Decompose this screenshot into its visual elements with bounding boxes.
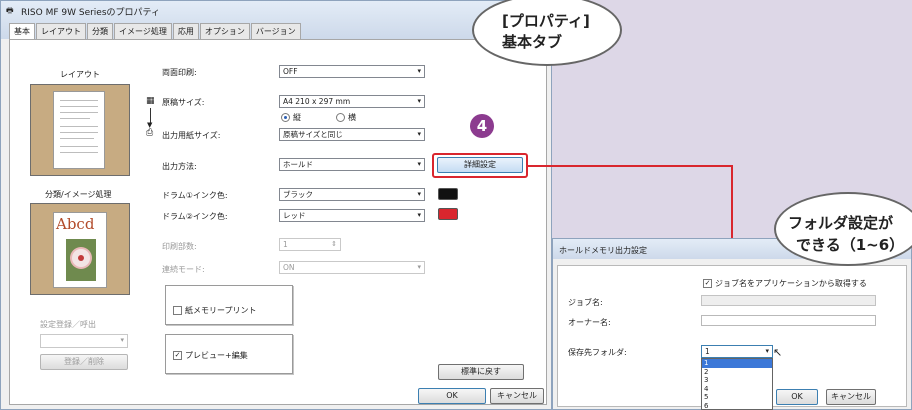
job-name-label: ジョブ名: — [568, 298, 603, 307]
folder-option[interactable]: 1 — [702, 359, 772, 368]
step-number-badge: 4 — [470, 114, 494, 138]
tab-advanced[interactable]: 応用 — [172, 23, 199, 40]
preview-edit-checkbox[interactable]: ✓ — [173, 351, 182, 360]
duplex-value: OFF — [283, 67, 298, 76]
sort-image-heading: 分類/イメージ処理 — [45, 190, 112, 199]
drum1-label: ドラム①インク色: — [162, 191, 228, 200]
paper-memory-option[interactable]: 紙メモリープリント — [173, 305, 257, 316]
color-page-thumbnail: Abcd — [53, 212, 107, 288]
cancel-button[interactable]: キャンセル — [490, 388, 544, 404]
drum2-label: ドラム②インク色: — [162, 212, 228, 221]
sample-text: Abcd — [56, 215, 95, 233]
layout-heading: レイアウト — [60, 70, 100, 79]
tab-version[interactable]: バージョン — [250, 23, 301, 40]
ok-button[interactable]: OK — [418, 388, 486, 404]
tab-layout[interactable]: レイアウト — [36, 23, 86, 40]
printer-icon: 🖶 — [6, 6, 14, 15]
folder-select[interactable]: 1 ▾ — [701, 345, 773, 358]
folder-option[interactable]: 3 — [702, 376, 772, 385]
flower-image — [66, 239, 96, 281]
drum1-color-icon — [438, 188, 458, 200]
orientation-landscape[interactable]: 横 — [336, 112, 356, 123]
continuous-mode-value: ON — [283, 263, 295, 272]
dialog-title: ホールドメモリ出力設定 — [559, 246, 647, 255]
folder-option[interactable]: 4 — [702, 385, 772, 394]
output-method-value: ホールド — [283, 160, 313, 169]
drum1-value: ブラック — [283, 190, 313, 199]
tab-callout-line1: [プロパティ] — [502, 12, 590, 30]
chevron-down-icon: ▾ — [417, 160, 421, 168]
tab-option[interactable]: オプション — [199, 23, 250, 40]
original-size-select[interactable]: A4 210 x 297 mm ▾ — [279, 95, 425, 108]
owner-name-label: オーナー名: — [568, 318, 611, 327]
chevron-down-icon: ▾ — [417, 190, 421, 198]
paper-memory-checkbox[interactable] — [173, 306, 182, 315]
folder-callout: フォルダ設定が できる（1~6） — [774, 192, 912, 266]
folder-option[interactable]: 2 — [702, 368, 772, 377]
chevron-down-icon: ▾ — [417, 130, 421, 138]
chevron-down-icon: ▾ — [765, 347, 769, 355]
folder-option[interactable]: 5 — [702, 393, 772, 402]
orientation-portrait[interactable]: 縦 — [281, 112, 301, 123]
original-size-value: A4 210 x 297 mm — [283, 97, 351, 106]
job-name-field[interactable] — [701, 295, 876, 306]
owner-name-field[interactable] — [701, 315, 876, 326]
chevron-down-icon: ▾ — [417, 97, 421, 105]
connector-line-h — [528, 165, 732, 167]
tab-sort[interactable]: 分類 — [87, 23, 113, 40]
tab-callout-line2: 基本タブ — [502, 33, 563, 51]
folder-label: 保存先フォルダ: — [568, 348, 627, 357]
detail-settings-button[interactable]: 詳細設定 — [437, 157, 523, 173]
drum1-select[interactable]: ブラック ▾ — [279, 188, 425, 201]
use-app-job-name-checkbox[interactable]: ✓ — [703, 279, 712, 288]
output-method-label: 出力方法: — [162, 162, 197, 171]
folder-dropdown-list[interactable]: 1 2 3 4 5 6 — [701, 358, 773, 410]
original-size-icon: ▦ — [146, 96, 155, 106]
layout-preview — [30, 84, 130, 176]
output-size-label: 出力用紙サイズ: — [162, 131, 221, 140]
chevron-down-icon: ▾ — [417, 211, 421, 219]
copies-label: 印刷部数: — [162, 242, 197, 251]
cursor-icon: ↖ — [773, 346, 783, 359]
tab-bar: 基本 レイアウト 分類 イメージ処理 応用 オプション バージョン — [9, 23, 302, 41]
chevron-down-icon: ▾ — [120, 336, 124, 344]
dialog-cancel-button[interactable]: キャンセル — [826, 389, 876, 405]
folder-value: 1 — [705, 347, 710, 356]
folder-option[interactable]: 6 — [702, 402, 772, 410]
copies-spinner[interactable]: 1 ⇕ — [279, 238, 341, 251]
continuous-mode-label: 連続モード: — [162, 265, 205, 274]
connector-line-v — [731, 165, 733, 243]
output-method-select[interactable]: ホールド ▾ — [279, 158, 425, 171]
original-size-label: 原稿サイズ: — [162, 98, 205, 107]
register-delete-button[interactable]: 登録／削除 — [40, 354, 128, 370]
output-size-select[interactable]: 原稿サイズと同じ ▾ — [279, 128, 425, 141]
copies-value: 1 — [283, 240, 288, 249]
folder-callout-line2: できる（1~6） — [796, 236, 905, 254]
chevron-down-icon: ▾ — [417, 67, 421, 75]
tab-callout: [プロパティ] 基本タブ — [472, 0, 622, 66]
duplex-label: 両面印刷: — [162, 68, 197, 77]
drum2-value: レッド — [283, 211, 306, 220]
drum2-select[interactable]: レッド ▾ — [279, 209, 425, 222]
preview-edit-option[interactable]: ✓ プレビュー+編集 — [173, 350, 248, 361]
spinner-icon: ⇕ — [331, 240, 337, 248]
chevron-down-icon: ▾ — [417, 263, 421, 271]
preset-heading: 設定登録／呼出 — [40, 320, 96, 329]
preset-select[interactable]: ▾ — [40, 334, 128, 348]
landscape-radio[interactable] — [336, 113, 345, 122]
restore-default-button[interactable]: 標準に戻す — [438, 364, 524, 380]
output-paper-icon: ⎙ — [146, 128, 154, 138]
output-size-value: 原稿サイズと同じ — [283, 130, 343, 139]
use-app-job-name[interactable]: ✓ ジョブ名をアプリケーションから取得する — [703, 278, 867, 289]
folder-callout-line1: フォルダ設定が — [788, 214, 894, 232]
duplex-select[interactable]: OFF ▾ — [279, 65, 425, 78]
continuous-mode-select[interactable]: ON ▾ — [279, 261, 425, 274]
dialog-ok-button[interactable]: OK — [776, 389, 818, 405]
drum2-color-icon — [438, 208, 458, 220]
portrait-radio[interactable] — [281, 113, 290, 122]
tab-image[interactable]: イメージ処理 — [114, 23, 172, 40]
color-preview: Abcd — [30, 203, 130, 295]
window-title: RISO MF 9W Seriesのプロパティ — [21, 8, 160, 18]
page-thumbnail — [53, 91, 105, 169]
